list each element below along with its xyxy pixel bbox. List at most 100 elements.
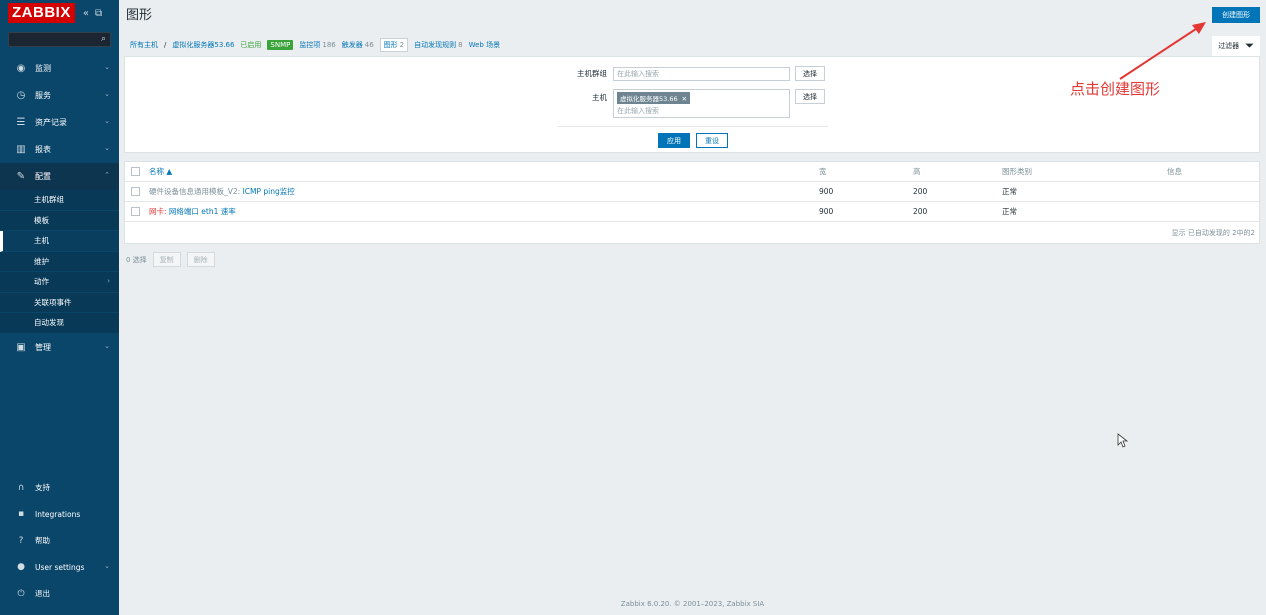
delete-button[interactable]: 删除 <box>186 252 215 267</box>
host-search-input[interactable]: 在此输入搜索 <box>617 106 786 116</box>
header-name[interactable]: 名称 ▲ <box>149 166 172 177</box>
annotation-text: 点击创建图形 <box>1070 80 1161 98</box>
chevron-down-icon: ⌄ <box>104 90 110 98</box>
list-icon: ☰ <box>16 117 26 128</box>
filter-icon: ⏷ <box>1245 39 1254 52</box>
collapse-sidebar-icon[interactable]: « <box>83 8 89 19</box>
filter-tab[interactable]: 过滤器 ⏷ <box>1212 36 1260 56</box>
tab-label: 自动发现规则 <box>414 40 457 49</box>
row-width: 900 <box>819 207 834 216</box>
submenu-maintenance[interactable]: 维护 <box>0 252 119 272</box>
row-type: 正常 <box>1002 207 1017 216</box>
user-icon: ● <box>17 562 25 573</box>
apply-button[interactable]: 应用 <box>658 133 690 148</box>
help-icon: ? <box>18 535 24 546</box>
create-graph-button[interactable]: 创建图形 <box>1212 7 1260 23</box>
template-link[interactable]: 硬件设备信息通用模板_V2: <box>149 187 240 196</box>
tab-discovery-rules[interactable]: 自动发现规则 8 <box>414 40 462 50</box>
submenu-discovery[interactable]: 自动发现 <box>0 313 119 334</box>
template-link[interactable]: 网卡: <box>149 207 167 216</box>
breadcrumb-all-hosts[interactable]: 所有主机 <box>130 40 158 50</box>
tab-count: 2 <box>399 40 405 49</box>
menu-help[interactable]: ? 帮助 <box>0 528 119 555</box>
menu-integrations[interactable]: ▪ Integrations <box>0 501 119 528</box>
menu-label: 管理 <box>35 342 51 352</box>
graph-name-link[interactable]: ICMP ping监控 <box>243 187 295 196</box>
submenu-actions[interactable]: 动作 › <box>0 272 119 293</box>
menu-reports[interactable]: ▥ 报表 ⌄ <box>0 136 119 163</box>
menu-sign-out[interactable]: ⏻ 退出 <box>0 581 119 608</box>
kiosk-mode-icon[interactable]: ⧉ <box>95 8 102 19</box>
chevron-down-icon: ⌄ <box>104 562 110 570</box>
menu-label: 退出 <box>35 589 50 599</box>
annotation-arrow <box>1119 22 1206 80</box>
menu-label: 服务 <box>35 91 51 100</box>
header-height: 高 <box>913 167 921 176</box>
tab-count: 186 <box>322 40 336 49</box>
report-icon: ▥ <box>16 144 26 155</box>
zabbix-logo[interactable]: ZABBIX <box>8 3 75 23</box>
filter-tab-label: 过滤器 <box>1218 42 1240 50</box>
mass-actions: 0 选择 复制 删除 <box>126 252 215 267</box>
tab-graphs[interactable]: 图形 2 <box>379 37 409 52</box>
table-header: 名称 ▲ 宽 高 图形类别 信息 <box>125 162 1259 182</box>
menu-configuration[interactable]: ✎ 配置 ⌃ <box>0 163 119 190</box>
table-row: 硬件设备信息通用模板_V2: ICMP ping监控 900 200 正常 <box>125 182 1259 202</box>
row-checkbox[interactable] <box>131 207 140 216</box>
admin-icon: ▣ <box>16 341 26 353</box>
filter-divider <box>558 126 828 127</box>
header-width: 宽 <box>819 167 827 176</box>
menu-inventory[interactable]: ☰ 资产记录 ⌄ <box>0 109 119 136</box>
breadcrumb-host[interactable]: 虚拟化服务器53.66 <box>172 40 234 50</box>
graph-name-link[interactable]: 网络端口 eth1 速率 <box>169 207 236 216</box>
graphs-table: 名称 ▲ 宽 高 图形类别 信息 硬件设备信息通用模板_V2: ICMP pin… <box>124 161 1260 244</box>
menu-label: 配置 <box>35 172 51 181</box>
footer-link[interactable]: Zabbix SIA <box>727 600 765 608</box>
tab-label: 触发器 <box>341 40 363 49</box>
breadcrumb: 所有主机 / 虚拟化服务器53.66 已启用 SNMP 监控项 186 触发器 46… <box>119 33 1266 56</box>
copy-button[interactable]: 复制 <box>152 252 181 267</box>
menu-user-settings[interactable]: ● User settings ⌄ <box>0 554 119 581</box>
integrations-icon: ▪ <box>17 509 25 520</box>
host-tag: 虚拟化服务器53.66 ✕ <box>617 92 691 104</box>
menu-services[interactable]: ◷ 服务 ⌄ <box>0 82 119 109</box>
search-icon[interactable]: ⌕ <box>101 34 106 44</box>
submenu-hosts[interactable]: 主机 <box>0 231 119 252</box>
eye-icon: ◉ <box>16 63 26 74</box>
header-info: 信息 <box>1167 167 1182 176</box>
tab-label: 监控项 <box>299 40 321 49</box>
hostgroup-select-button[interactable]: 选择 <box>795 66 825 81</box>
snmp-badge: SNMP <box>267 39 294 50</box>
chevron-down-icon: ⌄ <box>104 117 110 125</box>
hostgroup-input[interactable]: 在此输入搜索 <box>613 66 790 81</box>
reset-button[interactable]: 重设 <box>696 133 728 148</box>
menu-label: 报表 <box>35 145 51 154</box>
tab-items[interactable]: 监控项 186 <box>299 40 335 50</box>
submenu-event-correlation[interactable]: 关联项事件 <box>0 293 119 313</box>
chevron-down-icon: ⌄ <box>104 144 110 152</box>
host-multiselect[interactable]: 虚拟化服务器53.66 ✕ 在此输入搜索 <box>613 89 790 118</box>
host-status-enabled: 已启用 <box>240 40 262 49</box>
menu-support[interactable]: ∩ 支持 <box>0 475 119 502</box>
tab-web-scenarios[interactable]: Web 场景 <box>469 40 501 50</box>
tab-triggers[interactable]: 触发器 46 <box>342 40 374 50</box>
remove-tag-icon[interactable]: ✕ <box>682 95 687 103</box>
menu-administration[interactable]: ▣ 管理 ⌄ <box>0 334 119 361</box>
submenu-host-groups[interactable]: 主机群组 <box>0 190 119 211</box>
menu-monitoring[interactable]: ◉ 监测 ⌄ <box>0 55 119 82</box>
header-type[interactable]: 图形类别 <box>1002 166 1032 177</box>
submenu-label: 动作 <box>34 277 49 287</box>
row-height: 200 <box>913 207 928 216</box>
row-name-cell: 硬件设备信息通用模板_V2: ICMP ping监控 <box>149 186 295 197</box>
footer-text: Zabbix 6.0.20. © 2001–2023, <box>620 600 725 608</box>
host-select-button[interactable]: 选择 <box>795 89 825 104</box>
selected-count: 0 选择 <box>126 255 147 264</box>
submenu-templates[interactable]: 模板 <box>0 211 119 231</box>
select-all-checkbox[interactable] <box>131 167 140 176</box>
chevron-right-icon: › <box>107 277 110 285</box>
sidebar-bottom-menu: ∩ 支持 ▪ Integrations ? 帮助 ● User settings… <box>0 475 119 608</box>
tab-count: 46 <box>364 40 374 49</box>
row-checkbox[interactable] <box>131 187 140 196</box>
filter-panel: 主机群组 在此输入搜索 选择 主机 虚拟化服务器53.66 ✕ 在此输入搜索 选择… <box>124 56 1260 153</box>
sidebar-search-input[interactable]: ⌕ <box>8 32 111 47</box>
